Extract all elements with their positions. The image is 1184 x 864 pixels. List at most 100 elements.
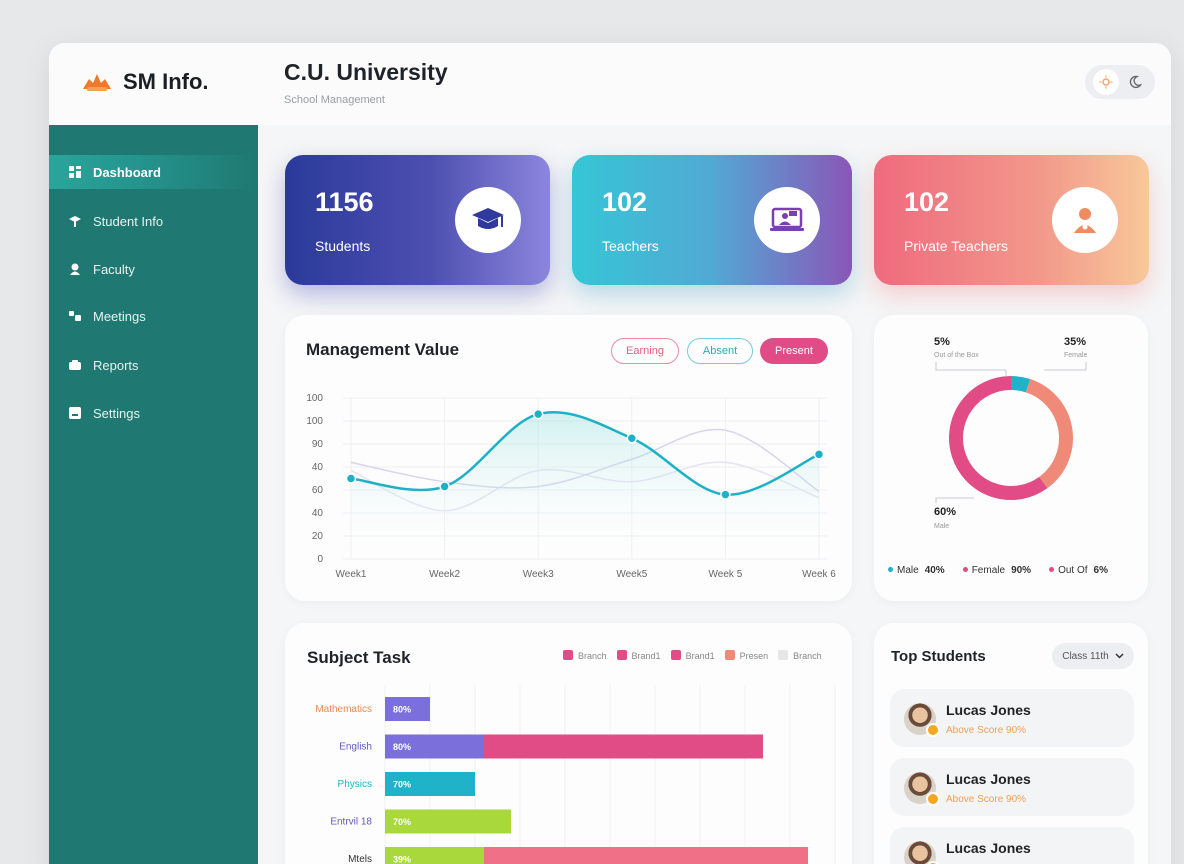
bar-chart: Mathematics 80% English 80% Physics 70% Entrvi…	[315, 685, 836, 864]
sidebar-item-settings[interactable]: Settings	[49, 396, 258, 430]
badge-icon	[926, 723, 940, 737]
series-point	[813, 449, 825, 460]
y-tick-label: 60	[312, 485, 324, 496]
student-icon	[69, 216, 81, 227]
gender-donut-card: 5% Out of the Box 35% Female 60% Male Ma…	[874, 315, 1148, 601]
sun-icon[interactable]	[1092, 69, 1119, 95]
category-label: Physics	[338, 779, 372, 790]
class-filter-dropdown[interactable]: Class 11th	[1052, 643, 1134, 669]
sidebar-item-label: Reports	[93, 357, 139, 373]
app-window: SM Info. C.U. University School Manageme…	[49, 43, 1171, 864]
brand-name: SM Info.	[123, 69, 209, 94]
y-tick-label: 90	[312, 439, 324, 450]
sidebar: Dashboard Student Info Faculty Meetings …	[49, 125, 258, 864]
bar-segment	[484, 734, 763, 759]
student-list-item[interactable]: Lucas Jones Above Score 90%	[890, 689, 1134, 747]
series-area	[351, 412, 819, 559]
page-title: C.U. University	[284, 59, 448, 85]
x-tick-label: Week3	[523, 569, 554, 580]
category-label: Mtels	[348, 854, 372, 864]
stat-label: Teachers	[602, 238, 659, 254]
student-score: Above Score 90%	[946, 794, 1027, 805]
bar-label: 80%	[393, 742, 411, 752]
leader-line	[1044, 362, 1087, 371]
stat-value: 102	[602, 187, 648, 217]
stat-card-private-teachers[interactable]: 102 Private Teachers	[874, 155, 1149, 285]
series-point	[720, 489, 731, 500]
subject-task-card: Subject Task Branch Brand1 Brand1 Presen…	[285, 623, 852, 864]
stat-label: Private Teachers	[904, 238, 1009, 254]
donut-label-sub: Female	[1064, 352, 1088, 359]
stat-label: Students	[315, 238, 371, 254]
category-label: Entrvil 18	[330, 817, 372, 828]
meetings-icon	[69, 311, 81, 321]
category-label: English	[339, 742, 372, 753]
series-point	[345, 473, 357, 484]
brand[interactable]: SM Info.	[81, 69, 209, 95]
legend-item-out-of: Out Of 6%	[1049, 565, 1108, 576]
bar-label: 70%	[393, 817, 411, 827]
avatar	[904, 772, 940, 806]
avatar	[904, 841, 940, 864]
stat-value: 102	[904, 187, 950, 217]
donut-chart	[935, 362, 1087, 503]
page-subtitle: School Management	[284, 94, 385, 106]
donut-label: 5%	[934, 336, 950, 348]
series-point	[439, 481, 450, 492]
donut-slice	[1010, 376, 1031, 393]
student-list-item[interactable]: Lucas Jones Above Score 90%	[890, 758, 1134, 816]
donut-legend: Male 40% Female 90% Out Of 6%	[888, 565, 1108, 576]
y-tick-label: 0	[317, 554, 323, 565]
stat-card-teachers[interactable]: 102 Teachers	[572, 155, 852, 285]
donut-label-sub: Male	[934, 523, 950, 530]
person-icon	[1052, 187, 1118, 253]
donut-label: 35%	[1064, 336, 1087, 348]
stat-value: 1156	[315, 187, 374, 217]
sidebar-item-meetings[interactable]: Meetings	[49, 299, 258, 333]
y-tick-label: 20	[312, 531, 324, 542]
dropdown-value: Class 11th	[1062, 650, 1109, 662]
x-tick-label: Week 5	[709, 569, 743, 580]
top-bar: SM Info. C.U. University School Manageme…	[49, 43, 1171, 125]
line-chart: 100 100 90 40 60 40 20 0 Week1 Week2 Week3 Week5 Wee…	[306, 393, 836, 580]
leader-line	[935, 497, 974, 503]
donut-slice	[949, 376, 1048, 500]
sidebar-item-reports[interactable]: Reports	[49, 348, 258, 382]
theme-toggle[interactable]	[1085, 65, 1155, 99]
sidebar-item-label: Dashboard	[93, 164, 161, 180]
chevron-down-icon	[1115, 653, 1124, 659]
management-value-card: Management Value Earning Absent Present …	[285, 315, 852, 601]
y-tick-label: 40	[312, 462, 324, 473]
student-name: Lucas Jones	[946, 840, 1031, 856]
top-students-card: Top Students Class 11th Lucas Jones Abov…	[874, 623, 1148, 864]
legend-item-male: Male 40%	[888, 565, 945, 576]
sidebar-item-faculty[interactable]: Faculty	[49, 252, 258, 286]
dashboard-icon	[69, 166, 81, 178]
student-list-item[interactable]: Lucas Jones	[890, 827, 1134, 864]
sidebar-item-label: Student Info	[93, 213, 164, 229]
laptop-teacher-icon	[754, 187, 820, 253]
reports-icon	[69, 360, 81, 370]
legend-item-female: Female 90%	[962, 565, 1031, 576]
bar-label: 80%	[393, 705, 411, 715]
faculty-icon	[70, 263, 80, 275]
badge-icon	[926, 792, 940, 806]
y-tick-label: 40	[312, 508, 324, 519]
sidebar-item-dashboard[interactable]: Dashboard	[49, 155, 258, 189]
logo-icon	[83, 74, 111, 91]
y-tick-label: 100	[306, 393, 323, 404]
donut-label: 60%	[934, 506, 957, 518]
moon-icon[interactable]	[1122, 69, 1148, 95]
card-title: Top Students	[891, 648, 986, 665]
student-name: Lucas Jones	[946, 771, 1031, 787]
series-point	[626, 433, 638, 444]
x-tick-label: Week 6	[802, 569, 836, 580]
stat-card-students[interactable]: 1156 Students	[285, 155, 550, 285]
avatar	[904, 703, 940, 737]
sidebar-item-student-info[interactable]: Student Info	[49, 204, 258, 238]
x-tick-label: Week2	[429, 569, 460, 580]
series-point	[532, 408, 544, 420]
graduation-cap-icon	[455, 187, 521, 253]
donut-slice	[1025, 379, 1073, 489]
x-tick-label: Week1	[336, 569, 367, 580]
